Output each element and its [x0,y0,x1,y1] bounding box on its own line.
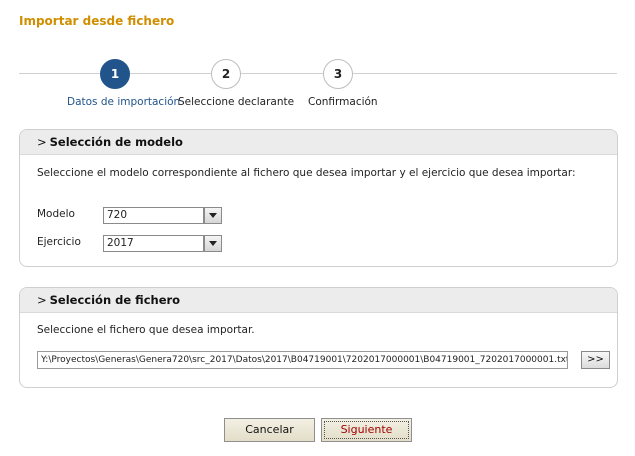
step-2-circle: 2 [211,59,241,89]
model-selection-panel: > Selección de modelo Seleccione el model… [19,129,618,267]
file-section-arrow-icon: > [37,293,47,307]
file-path-input[interactable]: Y:\Proyectos\Generas\Genera720\src_2017\… [37,351,568,369]
modelo-select[interactable]: 720 [103,207,204,224]
file-section-header: > Selección de fichero [20,288,617,313]
next-button[interactable]: Siguiente [321,418,412,442]
file-selection-panel: > Selección de fichero Seleccione el fich… [19,287,618,388]
step-1-label: Datos de importación [67,96,181,108]
ejercicio-select[interactable]: 2017 [103,235,204,252]
ejercicio-label: Ejercicio [37,236,81,248]
model-section-title: Selección de modelo [49,135,183,149]
step-1-circle: 1 [100,59,130,89]
step-3-circle: 3 [323,59,353,89]
page-title: Importar desde fichero [19,14,175,28]
step-3-label: Confirmación [308,96,378,108]
file-instruction: Seleccione el fichero que desea importar… [37,324,255,336]
modelo-label: Modelo [37,208,75,220]
model-instruction: Seleccione el modelo correspondiente al … [37,167,576,179]
ejercicio-dropdown-icon[interactable] [204,235,222,252]
cancel-button[interactable]: Cancelar [224,418,315,442]
modelo-dropdown-icon[interactable] [204,207,222,224]
step-2-label: Seleccione declarante [178,96,295,108]
model-section-header: > Selección de modelo [20,130,617,155]
file-section-title: Selección de fichero [49,293,181,307]
model-section-arrow-icon: > [37,135,47,149]
browse-button[interactable]: >> [581,351,610,369]
